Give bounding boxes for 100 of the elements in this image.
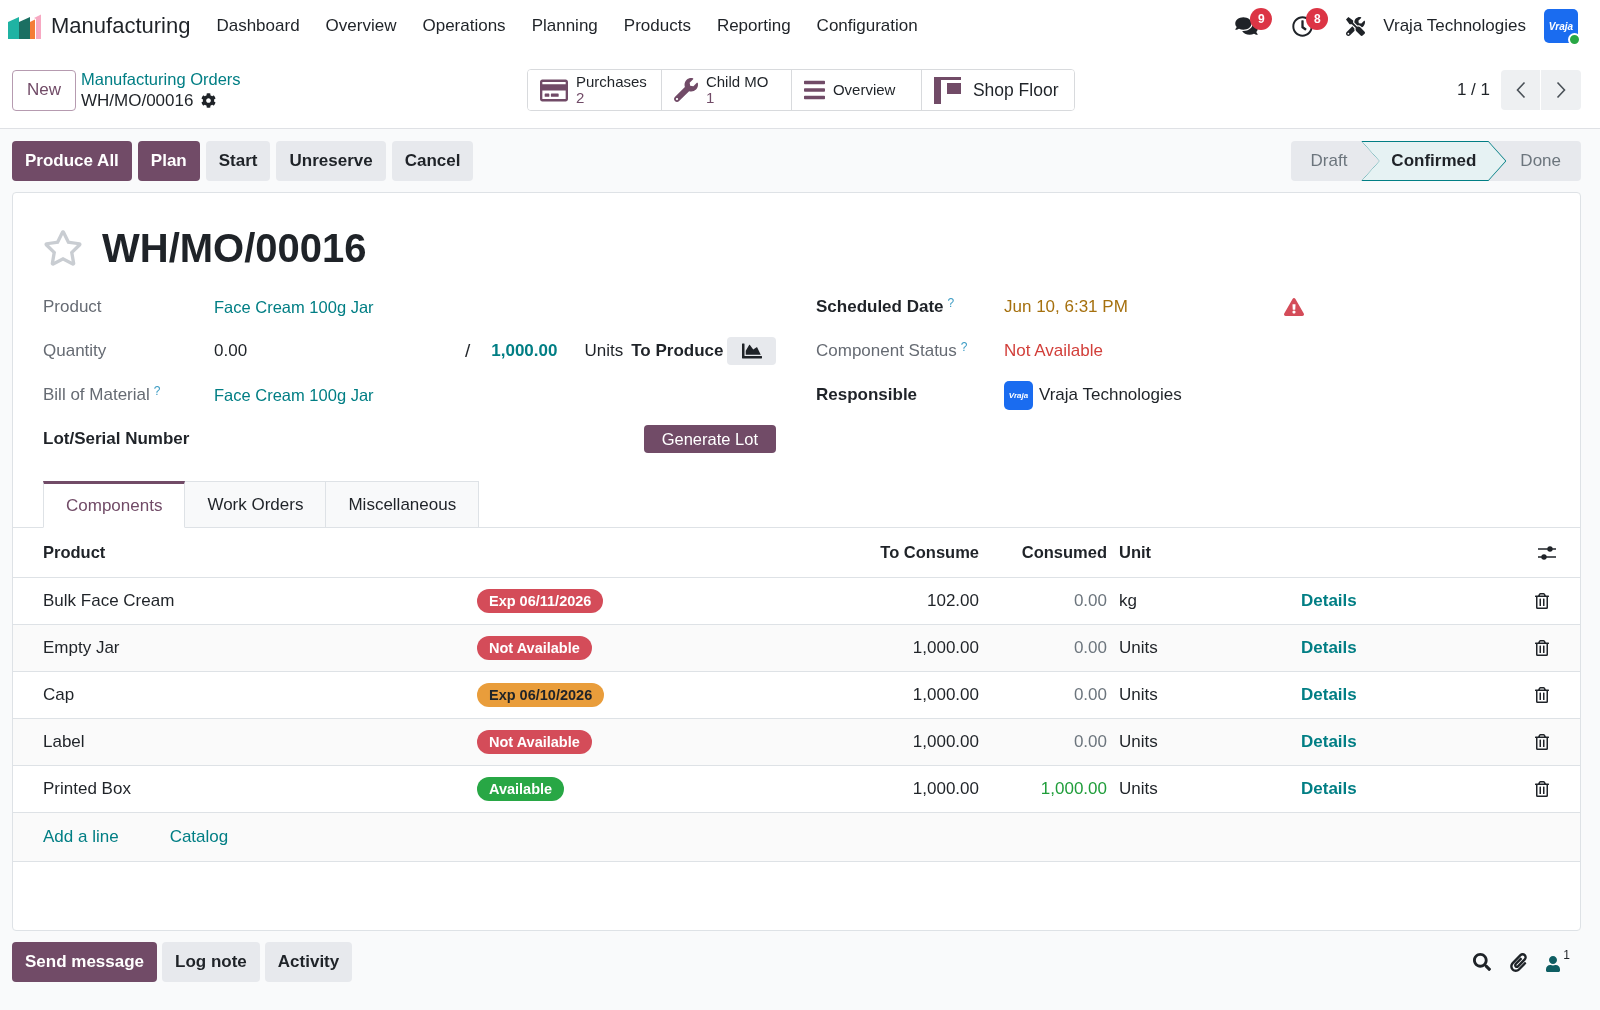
- delete-icon[interactable]: [1535, 640, 1549, 656]
- field-link[interactable]: Face Cream 100g Jar: [214, 297, 374, 317]
- table-cell: Printed Box: [43, 779, 131, 799]
- credit-card-icon: [540, 77, 568, 103]
- status-step[interactable]: Draft: [1290, 141, 1362, 181]
- column-header[interactable]: Product: [43, 543, 106, 562]
- details-link[interactable]: Details: [1301, 638, 1357, 658]
- table-cell: 1,000.00: [912, 685, 979, 705]
- action-button[interactable]: Plan: [137, 141, 200, 181]
- board-icon: [933, 76, 961, 104]
- clock-icon[interactable]: [1292, 15, 1314, 37]
- chevron-right-icon: [1556, 81, 1566, 99]
- availability-badge: Exp 06/10/2026: [477, 683, 605, 707]
- breadcrumb-current: WH/MO/00016: [81, 89, 194, 111]
- star-icon[interactable]: [43, 230, 83, 266]
- field-value: Not Available: [1004, 341, 1103, 361]
- availability-badge: Exp 06/11/2026: [477, 589, 604, 613]
- menu-item[interactable]: Operations: [409, 6, 519, 46]
- paperclip-icon[interactable]: [1510, 952, 1528, 972]
- table-cell: 0.00: [1073, 638, 1107, 658]
- table-cell: Units: [1119, 638, 1158, 658]
- details-link[interactable]: Details: [1301, 685, 1357, 705]
- availability-badge: Not Available: [477, 636, 592, 660]
- table-cell: 102.00: [927, 591, 979, 611]
- chatter-button[interactable]: Log note: [162, 942, 260, 982]
- search-icon[interactable]: [1473, 953, 1492, 971]
- delete-icon[interactable]: [1535, 734, 1549, 750]
- table-cell: Units: [1119, 685, 1158, 705]
- chevron-left-icon: [1515, 81, 1526, 99]
- table-cell: 0.00: [1073, 591, 1107, 611]
- unit-text: Units: [584, 341, 624, 361]
- tools-icon[interactable]: [1346, 16, 1366, 36]
- status-step[interactable]: Confirmed: [1361, 141, 1507, 181]
- quantity-field[interactable]: 0.00: [214, 341, 465, 361]
- activity-count-badge: 8: [1306, 7, 1329, 30]
- user-avatar[interactable]: Vraja: [1544, 9, 1578, 43]
- tab[interactable]: Miscellaneous: [326, 481, 480, 528]
- menu-item[interactable]: Dashboard: [203, 6, 313, 46]
- settings-icon[interactable]: [201, 92, 217, 108]
- table-cell: 1,000.00: [1040, 779, 1107, 799]
- details-link[interactable]: Details: [1301, 591, 1357, 611]
- column-header[interactable]: To Consume: [880, 543, 979, 562]
- new-button[interactable]: New: [12, 69, 76, 111]
- chatter-button[interactable]: Activity: [264, 942, 353, 982]
- quantity-separator: /: [465, 340, 471, 362]
- company-name[interactable]: Vraja Technologies: [1383, 16, 1526, 36]
- action-button[interactable]: Unreserve: [276, 141, 386, 181]
- list-icon: [803, 78, 825, 102]
- add-line-link[interactable]: Catalog: [169, 827, 229, 847]
- follower-count: 1: [1563, 948, 1570, 962]
- table-cell: Units: [1119, 779, 1158, 799]
- column-header[interactable]: Consumed: [1021, 543, 1107, 562]
- message-count-badge: 9: [1250, 8, 1273, 30]
- user-avatar: Vraja: [1004, 380, 1033, 410]
- previous-button[interactable]: [1501, 70, 1541, 110]
- tab[interactable]: Components: [43, 481, 186, 528]
- menu-item[interactable]: Planning: [518, 6, 611, 46]
- details-link[interactable]: Details: [1301, 732, 1357, 752]
- person-icon[interactable]: [1546, 956, 1561, 972]
- smart-button[interactable]: Purchases 2: [528, 70, 662, 110]
- generate-lot-button[interactable]: Generate Lot: [643, 425, 776, 453]
- status-step[interactable]: Done: [1506, 141, 1581, 181]
- area-chart-icon: [741, 341, 762, 361]
- field-label: Quantity: [43, 341, 107, 361]
- field-label: Responsible: [816, 385, 918, 405]
- details-link[interactable]: Details: [1301, 779, 1357, 799]
- action-button[interactable]: Produce All: [12, 141, 132, 181]
- table-cell: Units: [1119, 732, 1158, 752]
- field-value: Jun 10, 6:31 PM: [1004, 297, 1128, 317]
- app-logo-icon[interactable]: [8, 13, 41, 39]
- field-link[interactable]: Face Cream 100g Jar: [214, 385, 374, 405]
- table-cell: 1,000.00: [912, 638, 979, 658]
- menu-item[interactable]: Reporting: [703, 6, 804, 46]
- column-settings-icon[interactable]: [1538, 545, 1556, 560]
- table-cell: Cap: [43, 685, 75, 705]
- column-header[interactable]: Unit: [1119, 543, 1152, 562]
- record-title: WH/MO/00016: [102, 228, 367, 268]
- table-cell: 0.00: [1073, 685, 1107, 705]
- table-cell: Bulk Face Cream: [43, 591, 175, 611]
- breadcrumb-link[interactable]: Manufacturing Orders: [81, 69, 241, 90]
- user-name[interactable]: Vraja Technologies: [1039, 385, 1182, 405]
- chatter-button[interactable]: Send message: [12, 942, 158, 982]
- menu-item[interactable]: Configuration: [803, 6, 931, 46]
- tab[interactable]: Work Orders: [185, 481, 327, 528]
- availability-badge: Not Available: [477, 730, 592, 754]
- forecast-button[interactable]: [727, 337, 776, 365]
- menu-item[interactable]: Overview: [312, 6, 410, 46]
- action-button[interactable]: Start: [205, 141, 271, 181]
- table-cell: Label: [43, 732, 85, 752]
- delete-icon[interactable]: [1535, 687, 1549, 703]
- table-cell: 0.00: [1073, 732, 1107, 752]
- table-cell: Empty Jar: [43, 638, 120, 658]
- delete-icon[interactable]: [1535, 593, 1549, 609]
- delete-icon[interactable]: [1535, 781, 1549, 797]
- pager-value[interactable]: 1 / 1: [1456, 80, 1490, 100]
- action-button[interactable]: Cancel: [391, 141, 474, 181]
- field-label: Component Status: [816, 341, 957, 361]
- menu-item[interactable]: Products: [610, 6, 704, 46]
- add-line-link[interactable]: Add a line: [43, 827, 119, 847]
- wrench-icon: [673, 78, 698, 102]
